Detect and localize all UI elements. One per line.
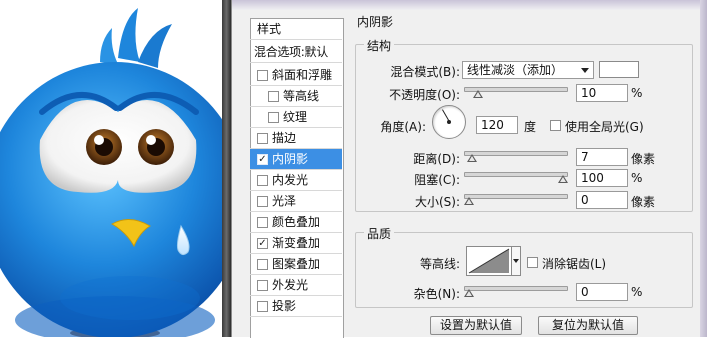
choke-slider[interactable] (464, 169, 568, 183)
antialias-checkbox[interactable] (527, 257, 538, 268)
style-item-3-label: 纹理 (283, 110, 308, 124)
shadow-color-swatch[interactable] (599, 61, 639, 78)
style-item-7-checkbox[interactable] (257, 196, 268, 207)
distance-slider-track (464, 151, 568, 156)
style-item-4-checkbox[interactable] (257, 133, 268, 144)
style-item-12[interactable]: 投影 (250, 296, 342, 317)
style-item-10[interactable]: 图案叠加 (250, 254, 342, 275)
style-item-10-checkbox[interactable] (257, 259, 268, 270)
style-item-9-label: 渐变叠加 (272, 236, 321, 250)
style-item-3[interactable]: 纹理 (250, 107, 342, 128)
style-item-5-checkbox[interactable]: ✓ (257, 154, 268, 165)
style-item-11[interactable]: 外发光 (250, 275, 342, 296)
distance-slider-thumb[interactable] (467, 154, 477, 162)
noise-label: 杂色(N): (413, 287, 460, 301)
style-item-6-checkbox[interactable] (257, 175, 268, 186)
style-item-6[interactable]: 内发光 (250, 170, 342, 191)
opacity-slider-thumb[interactable] (473, 90, 483, 98)
blue-bird-illustration (0, 8, 222, 337)
style-item-12-label: 投影 (272, 299, 297, 313)
global-light-checkbox[interactable] (550, 120, 561, 131)
inner-shadow-settings: 内阴影 结构 混合模式(B): 线性减淡（添加） 不透明度(O): 10 % 角… (340, 0, 700, 337)
size-label: 大小(S): (414, 195, 460, 209)
distance-slider[interactable] (464, 148, 568, 162)
structure-legend: 结构 (364, 37, 395, 54)
make-default-button[interactable]: 设置为默认值 (430, 316, 522, 335)
angle-input[interactable]: 120 (476, 116, 518, 134)
style-item-5-label: 内阴影 (272, 152, 309, 166)
choke-slider-track (464, 172, 568, 177)
noise-unit: % (631, 285, 643, 299)
angle-dial-hub (447, 120, 451, 124)
noise-slider[interactable] (464, 283, 568, 297)
style-list-header: 样式 (250, 19, 342, 40)
style-item-11-checkbox[interactable] (257, 280, 268, 291)
style-item-8[interactable]: 颜色叠加 (250, 212, 342, 233)
contour-curve-icon (468, 248, 510, 274)
style-item-2-checkbox[interactable] (268, 91, 279, 102)
choke-slider-thumb[interactable] (558, 175, 568, 183)
noise-input[interactable]: 0 (576, 283, 628, 301)
angle-dial[interactable] (432, 105, 466, 139)
opacity-unit: % (631, 86, 643, 100)
style-item-1[interactable]: 斜面和浮雕 (250, 65, 342, 86)
canvas-artwork (0, 0, 222, 337)
style-item-10-label: 图案叠加 (272, 257, 321, 271)
size-slider-track (464, 194, 568, 199)
choke-unit: % (631, 171, 643, 185)
distance-unit: 像素 (631, 152, 656, 166)
blend-options-item-label: 混合选项:默认 (254, 45, 328, 59)
style-item-3-checkbox[interactable] (268, 112, 279, 123)
size-slider-thumb[interactable] (464, 197, 474, 205)
style-item-9-checkbox[interactable]: ✓ (257, 238, 268, 249)
style-item-7[interactable]: 光泽 (250, 191, 342, 212)
angle-label: 角度(A): (380, 120, 426, 134)
style-item-1-label: 斜面和浮雕 (272, 68, 333, 82)
quality-legend: 品质 (364, 225, 395, 242)
opacity-label: 不透明度(O): (389, 88, 460, 102)
choke-input[interactable]: 100 (576, 169, 628, 187)
distance-input[interactable]: 7 (576, 148, 628, 166)
style-item-1-checkbox[interactable] (257, 70, 268, 81)
style-item-4-label: 描边 (272, 131, 297, 145)
contour-dropdown-button[interactable] (511, 246, 521, 276)
dialog-right-edge (700, 0, 707, 337)
contour-preview[interactable] (466, 246, 512, 276)
angle-unit: 度 (524, 120, 537, 134)
style-item-2[interactable]: 等高线 (250, 86, 342, 107)
style-item-5[interactable]: ✓ 内阴影 (250, 149, 342, 170)
noise-slider-track (464, 286, 568, 291)
global-light-label: 使用全局光(G) (565, 120, 644, 134)
antialias-label: 消除锯齿(L) (542, 257, 607, 271)
panel-title: 内阴影 (354, 13, 397, 30)
choke-label: 阻塞(C): (414, 173, 460, 187)
chevron-down-icon (513, 259, 519, 263)
size-slider[interactable] (464, 191, 568, 205)
reset-default-button[interactable]: 复位为默认值 (538, 316, 638, 335)
window-divider (222, 0, 231, 337)
style-item-8-label: 颜色叠加 (272, 215, 321, 229)
style-item-2-label: 等高线 (283, 89, 320, 103)
style-item-4[interactable]: 描边 (250, 128, 342, 149)
distance-label: 距离(D): (413, 152, 460, 166)
noise-slider-thumb[interactable] (464, 289, 474, 297)
size-unit: 像素 (631, 195, 656, 209)
style-item-11-label: 外发光 (272, 278, 309, 292)
contour-label: 等高线: (419, 257, 460, 271)
size-input[interactable]: 0 (576, 191, 628, 209)
blend-mode-select[interactable]: 线性减淡（添加） (462, 61, 594, 79)
opacity-input[interactable]: 10 (576, 84, 628, 102)
layer-style-dialog: 样式混合选项:默认斜面和浮雕等高线纹理描边 ✓ 内阴影内发光光泽颜色叠加 ✓ 渐变叠加图… (231, 0, 707, 338)
chevron-down-icon (581, 68, 589, 73)
opacity-slider[interactable] (464, 84, 568, 98)
style-item-8-checkbox[interactable] (257, 217, 268, 228)
style-item-7-label: 光泽 (272, 194, 297, 208)
style-item-6-label: 内发光 (272, 173, 309, 187)
blend-options-item[interactable]: 混合选项:默认 (250, 42, 342, 63)
blend-mode-value: 线性减淡（添加） (467, 63, 564, 77)
style-list-header-label: 样式 (257, 22, 282, 36)
blend-mode-label: 混合模式(B): (390, 65, 460, 79)
style-item-9[interactable]: ✓ 渐变叠加 (250, 233, 342, 254)
style-item-12-checkbox[interactable] (257, 301, 268, 312)
